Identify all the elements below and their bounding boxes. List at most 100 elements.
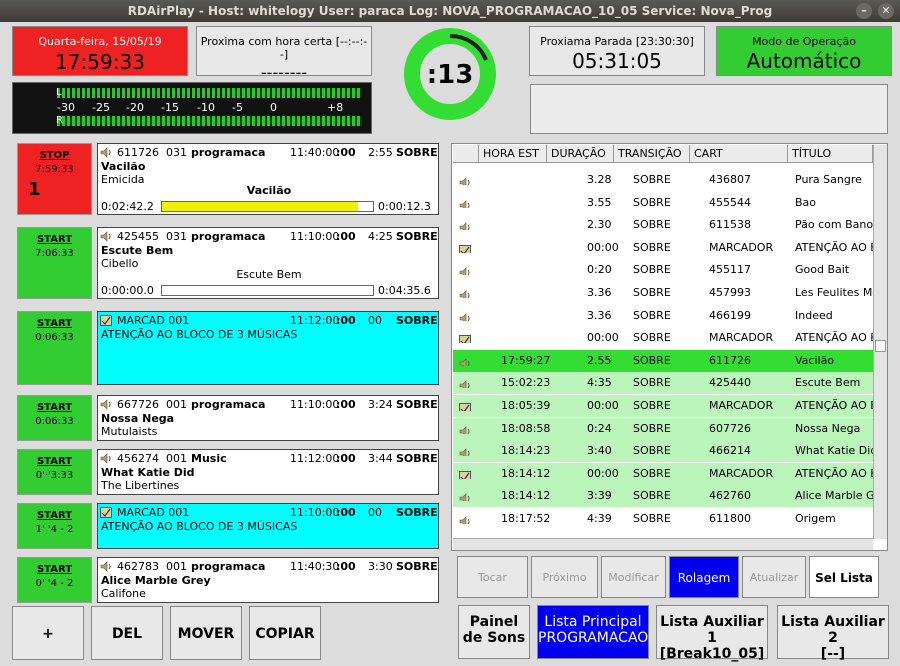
lista-aux2-button[interactable]: Lista Auxiliar 2 [--] (777, 605, 889, 662)
lista-principal-button[interactable]: Lista Principal PROGRAMACAO (537, 605, 649, 659)
cell-transicao: SOBRE (633, 376, 671, 390)
cell-duracao: 2.30 (587, 218, 612, 232)
vscroll-thumb[interactable] (875, 340, 886, 352)
table-row[interactable]: 3.36 SOBRE 457993 Les Feulites Mou (453, 282, 873, 304)
proximo-button[interactable]: Próximo (531, 556, 598, 598)
card-title: Alice Marble Grey (101, 574, 211, 587)
card-transition-time: :00 (336, 560, 356, 573)
card-group: programaca (191, 146, 266, 159)
log-event-card[interactable]: MARCAD 001 11:10:00:00 00 SOBRE ATENÇÃO AO B… (97, 503, 439, 549)
copiar-button[interactable]: COPIAR (249, 606, 321, 660)
minimize-button[interactable]: – (856, 3, 872, 19)
table-row[interactable]: 18:17:52 4:39 SOBRE 611800 Origem (453, 508, 873, 530)
cell-duracao: 0:24 (587, 421, 612, 435)
button-time: 0:06:33 (35, 416, 74, 427)
table-row[interactable]: 18:14:23 3:40 SOBRE 466214 What Katie Did (453, 440, 873, 463)
log-event-card[interactable]: MARCAD 001 11:12:00:00 00 SOBRE ATENÇÃO AO B… (97, 311, 439, 385)
table-vscrollbar[interactable] (873, 145, 887, 539)
mode-button[interactable]: Modo de Operação Automático (716, 26, 892, 76)
table-row[interactable]: 00:00 SOBRE MARCADOR ATENÇÃO AO B (453, 237, 873, 259)
note-icon (100, 315, 112, 329)
table-row[interactable]: 2.30 SOBRE 611538 Pão com Banon (453, 214, 873, 236)
table-row[interactable]: 15:02:23 4:35 SOBRE 425440 Escute Bem (453, 372, 873, 395)
del-button[interactable]: DEL (91, 606, 163, 660)
log-event-card[interactable]: 425455 031 programaca 11:10:00:00 4:25 SOBRE E… (97, 227, 439, 299)
cell-duracao: 3:39 (587, 489, 612, 503)
sel-lista-button[interactable]: Sel Lista (809, 556, 879, 598)
cell-cart: 466214 (709, 444, 751, 458)
cell-transicao: SOBRE (633, 399, 671, 412)
rolagem-button[interactable]: Rolagem (669, 556, 739, 598)
column-header[interactable]: CART (690, 145, 788, 163)
table-row[interactable]: 00:00 SOBRE MARCADOR ATENÇÃO AO B (453, 327, 873, 349)
table-row[interactable]: 0:20 SOBRE 455117 Good Bait (453, 259, 873, 281)
window-titlebar: RDAirPlay - Host: whitelogy User: paraca… (0, 0, 900, 22)
card-transition: SOBRE (396, 314, 438, 327)
card-title: Escute Bem (101, 244, 174, 257)
modificar-button[interactable]: Modificar (601, 556, 666, 598)
log-event-card[interactable]: 456274 001 Music 11:12:00:00 3:44 SOBRE What K… (97, 449, 439, 495)
next-hard-panel[interactable]: Proxima com hora certa [--:--:--] ------… (196, 26, 372, 82)
button-label: START (36, 234, 73, 245)
table-row[interactable]: 17:59:27 2.55 SOBRE 611726 Vacilão (453, 349, 873, 372)
table-hscrollbar[interactable] (453, 538, 873, 550)
audio-meter: L R -30 -25 -20 -15 -10 -5 0 +8 (12, 82, 372, 134)
column-header[interactable]: TÍTULO (788, 145, 873, 163)
button-label: START (36, 510, 73, 521)
column-header[interactable]: HORA EST (479, 145, 547, 163)
atualizar-button[interactable]: Atualizar (742, 556, 806, 598)
tocar-button[interactable]: Tocar (457, 556, 528, 598)
start-button[interactable]: START 0:06:33 (17, 311, 92, 385)
close-button[interactable]: ✕ (878, 3, 894, 19)
cell-cart: MARCADOR (709, 466, 774, 480)
painel-sons-button[interactable]: Painel de Sons (458, 605, 530, 659)
clock-panel: Quarta-feira, 15/05/19 17:59:33 (12, 26, 188, 76)
cell-transicao: SOBRE (633, 331, 671, 345)
column-header[interactable]: DURAÇÃO (547, 145, 614, 163)
cell-transicao: SOBRE (633, 353, 671, 367)
log-event-card[interactable]: 611726 031 programaca 11:40:00:00 2:55 SOBRE V… (97, 143, 439, 215)
cell-transicao: SOBRE (633, 286, 671, 299)
start-button[interactable]: START 0:06:33 (17, 395, 92, 441)
principal-line2: PROGRAMACAO (538, 630, 649, 646)
cell-cart: 457993 (709, 286, 751, 299)
card-progress-bar (161, 201, 374, 212)
next-hard-value: -------- (260, 63, 308, 82)
table-row[interactable]: 18:05:39 00:00 SOBRE MARCADOR ATENÇÃO AO B (453, 395, 873, 417)
cell-duracao: 3.55 (587, 195, 612, 209)
meter-scale-label: -25 (92, 101, 110, 114)
log-event-card[interactable]: 667726 001 programaca 11:10:00:00 3:24 SOBRE N… (97, 395, 439, 441)
card-center-title: Vacilão (246, 184, 292, 197)
cell-cart: 455544 (709, 195, 751, 209)
cell-cart: 611726 (709, 353, 751, 367)
start-button[interactable]: START 7:06:33 (17, 227, 92, 299)
speaker-icon (100, 453, 112, 467)
table-row[interactable]: 3.55 SOBRE 455544 Bao (453, 192, 873, 214)
card-transition: SOBRE (396, 398, 438, 411)
card-length: 4:25 (368, 230, 393, 243)
table-row[interactable]: 18:14:12 3:39 SOBRE 462760 Alice Marble Gre (453, 485, 873, 508)
table-row[interactable]: 3.28 SOBRE 436807 Pura Sangre (453, 169, 873, 191)
start-button[interactable]: START 0'·'3:33 (17, 449, 92, 495)
table-row[interactable]: 3.36 SOBRE 466199 Indeed (453, 305, 873, 327)
column-header[interactable]: TRANSIÇÃO (614, 145, 690, 163)
table-row[interactable]: 18:08:58 0:24 SOBRE 607726 Nossa Nega (453, 417, 873, 440)
start-button[interactable]: START 0' '4 - 2 (17, 557, 92, 603)
cell-hora: 17:59:27 (501, 353, 551, 367)
header-icon-col[interactable] (453, 145, 479, 163)
cell-cart: MARCADOR (709, 331, 774, 345)
cell-cart: MARCADOR (709, 240, 774, 254)
table-row[interactable]: 18:14:12 00:00 SOBRE MARCADOR ATENÇÃO AO B (453, 462, 873, 485)
card-artist: Califone (101, 587, 146, 600)
stop-button[interactable]: STOP 7:59:33 1 (17, 143, 92, 215)
cell-transicao: SOBRE (633, 421, 671, 435)
cell-titulo: ATENÇÃO AO B (795, 466, 873, 480)
start-button[interactable]: START 1' '4 - 2 (17, 503, 92, 549)
add-button[interactable]: + (12, 606, 84, 660)
lista-aux1-button[interactable]: Lista Auxiliar 1 [Break10_05] (656, 605, 768, 662)
aux1-line1: Lista Auxiliar 1 (660, 614, 764, 646)
log-event-card[interactable]: 462783 001 programaca 11:40:30:00 3:30 SOBRE A… (97, 557, 439, 603)
meter-scale-label: -30 (57, 101, 75, 114)
card-length: 3:24 (368, 398, 393, 411)
mover-button[interactable]: MOVER (170, 606, 242, 660)
